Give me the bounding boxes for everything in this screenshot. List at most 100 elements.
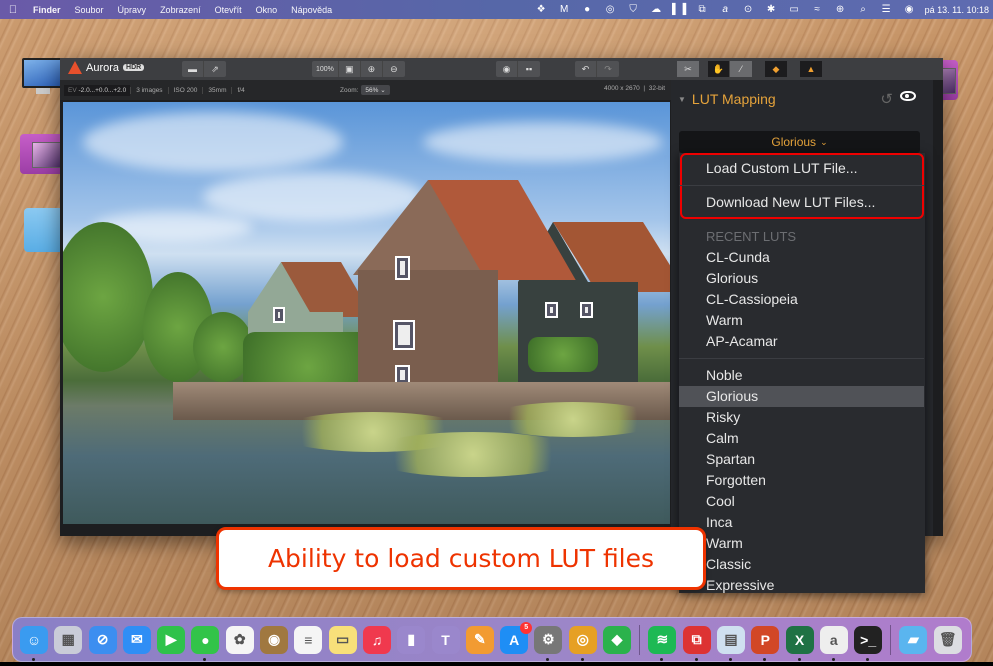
dock-app-excel[interactable]: X bbox=[785, 625, 814, 661]
menu-okno[interactable]: Okno bbox=[249, 5, 285, 15]
lut-preset-item[interactable]: Noble bbox=[679, 365, 924, 386]
signature-icon[interactable]: a bbox=[714, 4, 737, 15]
zoom-100-button[interactable]: 100% bbox=[312, 61, 339, 77]
lut-select-dropdown[interactable]: Glorious ⌄ bbox=[679, 131, 920, 153]
lut-preset-item[interactable]: Spartan bbox=[679, 449, 924, 470]
crop-tool-icon[interactable]: ✂ bbox=[677, 61, 699, 77]
compare-icon[interactable]: ▪▪ bbox=[518, 61, 540, 77]
lut-preset-item[interactable]: Risky bbox=[679, 407, 924, 428]
fit-screen-icon[interactable]: ▣ bbox=[339, 61, 361, 77]
dock-app-spotify[interactable]: ≋ bbox=[648, 625, 677, 661]
desktop-icon-imac[interactable] bbox=[22, 58, 64, 98]
signature-icon: a bbox=[829, 631, 838, 648]
bluetooth-icon[interactable]: ✱ bbox=[760, 4, 783, 15]
aperture: f/4 bbox=[231, 86, 249, 94]
dock-app-powerpoint[interactable]: P bbox=[751, 625, 780, 661]
dock-app-music[interactable]: ♫ bbox=[362, 625, 391, 654]
record-icon[interactable]: ● bbox=[576, 4, 599, 15]
recent-lut-item[interactable]: Warm bbox=[679, 310, 924, 331]
dock-app-terminal[interactable]: >_ bbox=[854, 625, 883, 661]
dock-app-messages[interactable]: ● bbox=[191, 625, 220, 661]
dock-app-photos[interactable]: ✿ bbox=[225, 625, 254, 654]
zoom-out-icon[interactable]: ⊖ bbox=[383, 61, 405, 77]
shield-icon[interactable]: ⛉ bbox=[622, 4, 645, 15]
open-icon[interactable]: ▬ bbox=[182, 61, 204, 77]
dock-app-pages[interactable]: ✎ bbox=[465, 625, 494, 654]
menu-item-load-custom-lut[interactable]: Load Custom LUT File... bbox=[679, 158, 924, 179]
app-store-icon: A bbox=[509, 631, 520, 648]
dock-app-launchpad[interactable]: ▦ bbox=[54, 625, 83, 654]
recent-lut-item[interactable]: Glorious bbox=[679, 268, 924, 289]
photo-canvas[interactable] bbox=[63, 102, 670, 524]
histogram-group: ▲ bbox=[800, 61, 822, 77]
menu-otevrit[interactable]: Otevřít bbox=[208, 5, 249, 15]
menu-finder[interactable]: Finder bbox=[26, 5, 68, 15]
layers-icon[interactable]: ◆ bbox=[765, 61, 787, 77]
redo-icon[interactable]: ↷ bbox=[597, 61, 619, 77]
reset-icon[interactable]: ↺ bbox=[880, 90, 893, 108]
dock-app-notes[interactable]: ▭ bbox=[328, 625, 357, 654]
lut-preset-item[interactable]: Cool bbox=[679, 491, 924, 512]
dock-app-feedly[interactable]: ◆ bbox=[603, 625, 632, 654]
histogram-icon[interactable]: ▲ bbox=[800, 61, 822, 77]
collapse-caret-icon[interactable]: ▼ bbox=[678, 95, 686, 104]
clock[interactable]: pá 13. 11. 10:18 bbox=[921, 5, 989, 15]
remote-icon[interactable]: ⧉ bbox=[691, 4, 714, 15]
brush-tool-icon[interactable]: ⁄ bbox=[730, 61, 752, 77]
search-icon[interactable]: ⌕ bbox=[852, 4, 875, 15]
lut-preset-item[interactable]: Classic bbox=[679, 554, 924, 575]
zoom-in-icon[interactable]: ⊕ bbox=[361, 61, 383, 77]
play-icon[interactable]: ⊙ bbox=[737, 4, 760, 15]
lut-preset-item[interactable]: Forgotten bbox=[679, 470, 924, 491]
desktop-icon-blue-folder[interactable] bbox=[24, 208, 64, 252]
lut-preset-item[interactable]: Expressive bbox=[679, 575, 924, 596]
apple-icon[interactable]:  bbox=[0, 4, 26, 16]
cloud-icon[interactable]: ☁ bbox=[645, 4, 668, 15]
menu-soubor[interactable]: Soubor bbox=[68, 5, 111, 15]
recent-lut-item[interactable]: AP-Acamar bbox=[679, 331, 924, 352]
dock-app-downloads-folder[interactable]: ▰ bbox=[899, 625, 928, 654]
dock-app-remote-desktop[interactable]: ⧉ bbox=[682, 625, 711, 661]
dock-app-trash[interactable]: 🗑 bbox=[933, 625, 962, 654]
lut-preset-item[interactable]: Inca bbox=[679, 512, 924, 533]
wifi-icon[interactable]: ≈ bbox=[806, 4, 829, 15]
dock-app-reminders[interactable]: ≡ bbox=[294, 625, 323, 654]
dock-app-preview[interactable]: ▤ bbox=[716, 625, 745, 661]
dock-app-facetime[interactable]: ▶ bbox=[157, 625, 186, 654]
dock-app-system-preferences[interactable]: ⚙ bbox=[534, 625, 563, 661]
undo-icon[interactable]: ↶ bbox=[575, 61, 597, 77]
dock-app-contacts[interactable]: ◉ bbox=[260, 625, 289, 654]
battery-icon[interactable]: ▭ bbox=[783, 4, 806, 15]
dock-app-numbers[interactable]: ▮ bbox=[397, 625, 426, 654]
dock-app-signature[interactable]: a bbox=[819, 625, 848, 661]
dock-app-keynote[interactable]: T bbox=[431, 625, 460, 654]
recent-lut-item[interactable]: CL-Cassiopeia bbox=[679, 289, 924, 310]
menu-napoveda[interactable]: Nápověda bbox=[284, 5, 339, 15]
dock-app-finder[interactable]: ☺ bbox=[20, 625, 48, 661]
control-center-icon[interactable]: ☰ bbox=[875, 4, 898, 15]
lut-preset-item[interactable]: Warm bbox=[679, 533, 924, 554]
share-icon[interactable]: ⇗ bbox=[204, 61, 226, 77]
dropbox-icon[interactable]: ❖ bbox=[530, 4, 553, 15]
lut-panel-header[interactable]: ▼ LUT Mapping ↺ bbox=[671, 80, 933, 118]
malwarebytes-icon[interactable]: M bbox=[553, 4, 576, 15]
menu-zobrazeni[interactable]: Zobrazení bbox=[153, 5, 208, 15]
siri-icon[interactable]: ◉ bbox=[898, 4, 921, 15]
lut-preset-item[interactable]: Glorious bbox=[679, 386, 924, 407]
hand-tool-icon[interactable]: ✋ bbox=[708, 61, 730, 77]
preview-eye-icon[interactable]: ◉ bbox=[496, 61, 518, 77]
dock-app-chrome[interactable]: ◎ bbox=[568, 625, 597, 661]
dock-app-mail[interactable]: ✉ bbox=[122, 625, 151, 654]
user-icon[interactable]: ⊕ bbox=[829, 4, 852, 15]
visibility-eye-icon[interactable] bbox=[900, 91, 916, 101]
music-icon[interactable]: ◎ bbox=[599, 4, 622, 15]
menu-item-download-luts[interactable]: Download New LUT Files... bbox=[679, 192, 924, 213]
dock-app-safari[interactable]: ⊘ bbox=[88, 625, 117, 654]
zoom-select[interactable]: 56% ⌄ bbox=[361, 85, 390, 95]
lut-preset-item[interactable]: Calm bbox=[679, 428, 924, 449]
menu-upravy[interactable]: Úpravy bbox=[111, 5, 154, 15]
sidebar-icon[interactable]: ▌▐ bbox=[668, 4, 691, 15]
dock-app-app-store[interactable]: A5 bbox=[500, 621, 533, 654]
recent-lut-item[interactable]: CL-Cunda bbox=[679, 247, 924, 268]
focal-length: 35mm bbox=[202, 86, 231, 94]
